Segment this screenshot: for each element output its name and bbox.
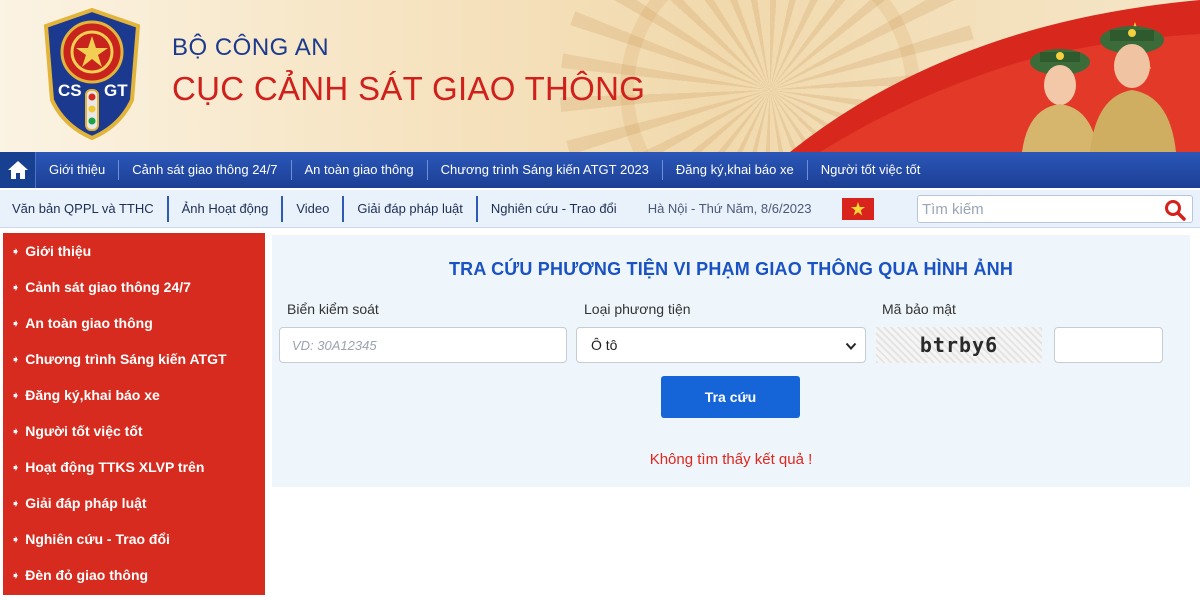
- svg-text:CS: CS: [58, 81, 82, 100]
- subnav-item-van-ban[interactable]: Văn bản QPPL và TTHC: [0, 195, 169, 222]
- sidebar-item-den-do[interactable]: ➧ Đèn đỏ giao thông: [3, 557, 265, 593]
- lookup-title: TRA CỨU PHƯƠNG TIỆN VI PHẠM GIAO THÔNG Q…: [448, 259, 1014, 279]
- sidebar-item-gioi-thieu[interactable]: ➧ Giới thiệu: [3, 233, 265, 269]
- captcha-image: btrby6: [876, 327, 1042, 363]
- subnav-item-video[interactable]: Video: [283, 195, 345, 222]
- sidebar-item-label: Giải đáp pháp luật: [25, 495, 147, 511]
- captcha-text: btrby6: [919, 333, 999, 357]
- sidebar-item-label: An toàn giao thông: [25, 315, 153, 331]
- captcha-label: Mã bảo mật: [882, 301, 956, 317]
- vehicle-type-label: Loại phương tiện: [584, 301, 691, 317]
- bullet-icon: ➧: [11, 425, 21, 438]
- vietnam-flag-icon[interactable]: [841, 197, 874, 220]
- sidebar-item-an-toan-giao-thong[interactable]: ➧ An toàn giao thông: [3, 305, 265, 341]
- captcha-input[interactable]: [1055, 328, 1162, 362]
- bullet-icon: ➧: [11, 245, 21, 258]
- bullet-icon: ➧: [11, 353, 21, 366]
- sidebar-item-giai-dap[interactable]: ➧ Giải đáp pháp luật: [3, 485, 265, 521]
- sidebar-item-label: Đèn đỏ giao thông: [25, 567, 149, 583]
- sidebar-item-dang-ky-xe[interactable]: ➧ Đăng ký,khai báo xe: [3, 377, 265, 413]
- plate-input[interactable]: [280, 328, 566, 362]
- department-title: CỤC CẢNH SÁT GIAO THÔNG: [172, 70, 646, 107]
- sidebar-menu: ➧ Giới thiệu ➧ Cảnh sát giao thông 24/7 ➧ A…: [3, 233, 265, 595]
- nav-item-nguoi-tot-viec-tot[interactable]: Người tốt việc tốt: [808, 160, 934, 180]
- subnav-item-giai-dap[interactable]: Giải đáp pháp luật: [344, 195, 478, 222]
- bullet-icon: ➧: [11, 461, 21, 474]
- sub-nav-bar: Văn bản QPPL và TTHC Ảnh Hoạt động Video…: [0, 190, 1200, 228]
- vehicle-type-value: Ô tô: [591, 337, 618, 353]
- nav-item-an-toan-giao-thong[interactable]: An toàn giao thông: [292, 160, 428, 180]
- nav-item-gioi-thieu[interactable]: Giới thiệu: [36, 160, 120, 180]
- bullet-icon: ➧: [11, 281, 21, 294]
- sidebar-item-csgt-247[interactable]: ➧ Cảnh sát giao thông 24/7: [3, 269, 265, 305]
- sidebar-item-label: Người tốt việc tốt: [25, 423, 143, 439]
- csgt-emblem-logo[interactable]: CS GT: [42, 8, 142, 140]
- bullet-icon: ➧: [11, 497, 21, 510]
- no-result-message: Không tìm thấy kết quả !: [649, 451, 813, 468]
- lookup-submit-button[interactable]: Tra cứu: [661, 376, 800, 418]
- sidebar-item-sang-kien-atgt[interactable]: ➧ Chương trình Sáng kiến ATGT: [3, 341, 265, 377]
- search-box: [917, 195, 1193, 223]
- sidebar-item-label: Đăng ký,khai báo xe: [25, 387, 160, 403]
- current-date: Hà Nội - Thứ Năm, 8/6/2023: [647, 201, 812, 216]
- sidebar-item-label: Nghiên cứu - Trao đổi: [25, 531, 170, 547]
- search-input[interactable]: [918, 196, 1158, 222]
- bullet-icon: ➧: [11, 317, 21, 330]
- flag-officers-illustration: [790, 0, 1200, 152]
- nav-item-csgt-247[interactable]: Cảnh sát giao thông 24/7: [119, 160, 292, 180]
- home-icon: [7, 161, 28, 179]
- svg-text:GT: GT: [104, 81, 128, 100]
- search-icon[interactable]: [1164, 199, 1186, 221]
- vehicle-type-select[interactable]: Ô tô: [576, 327, 866, 363]
- ministry-title: BỘ CÔNG AN: [172, 34, 330, 61]
- nav-item-dang-ky-xe[interactable]: Đăng ký,khai báo xe: [663, 160, 808, 180]
- home-button[interactable]: [0, 152, 36, 188]
- subnav-item-anh-hoat-dong[interactable]: Ảnh Hoạt động: [169, 195, 284, 222]
- violation-lookup-panel: TRA CỨU PHƯƠNG TIỆN VI PHẠM GIAO THÔNG Q…: [272, 235, 1190, 487]
- sidebar-item-nguoi-tot-viec-tot[interactable]: ➧ Người tốt việc tốt: [3, 413, 265, 449]
- nav-item-sang-kien-atgt[interactable]: Chương trình Sáng kiến ATGT 2023: [428, 160, 663, 180]
- header-banner: CS GT BỘ CÔNG AN CỤC CẢNH SÁT GIAO THÔNG: [0, 0, 1200, 152]
- bullet-icon: ➧: [11, 389, 21, 402]
- sidebar-item-label: Giới thiệu: [25, 243, 92, 259]
- plate-field: [279, 327, 567, 363]
- sidebar-item-nghien-cuu[interactable]: ➧ Nghiên cứu - Trao đổi: [3, 521, 265, 557]
- sidebar-item-hoat-dong-ttks[interactable]: ➧ Hoạt động TTKS XLVP trên: [3, 449, 265, 485]
- chevron-down-icon: [845, 342, 857, 350]
- plate-label: Biển kiểm soát: [287, 301, 379, 317]
- bullet-icon: ➧: [11, 533, 21, 546]
- main-nav-bar: Giới thiệu Cảnh sát giao thông 24/7 An t…: [0, 152, 1200, 188]
- bullet-icon: ➧: [11, 569, 21, 582]
- sidebar-item-label: Cảnh sát giao thông 24/7: [25, 279, 191, 295]
- sidebar-item-label: Hoạt động TTKS XLVP trên: [25, 459, 205, 475]
- subnav-item-nghien-cuu[interactable]: Nghiên cứu - Trao đổi: [478, 196, 630, 222]
- sidebar-item-label: Chương trình Sáng kiến ATGT: [25, 351, 227, 367]
- captcha-field: [1054, 327, 1163, 363]
